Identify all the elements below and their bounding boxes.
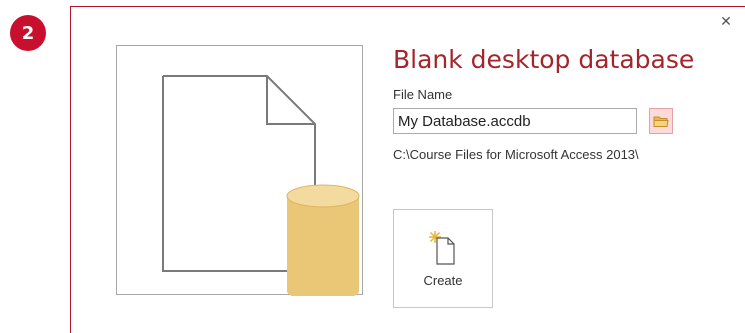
database-preview [116, 45, 363, 296]
create-button-label: Create [423, 273, 463, 288]
new-document-icon [429, 231, 455, 265]
blank-database-dialog: ✕ Blank desktop database File Name C:\Co… [70, 6, 745, 333]
save-location-path: C:\Course Files for Microsoft Access 201… [393, 147, 639, 162]
file-name-input[interactable] [393, 108, 637, 134]
file-name-label: File Name [393, 87, 453, 102]
dialog-title: Blank desktop database [393, 45, 695, 74]
blank-document-with-database-icon [162, 75, 360, 296]
close-icon[interactable]: ✕ [719, 15, 733, 29]
folder-icon [653, 116, 669, 127]
browse-folder-button[interactable] [649, 108, 673, 134]
step-badge: 2 [10, 15, 46, 51]
create-button[interactable]: Create [393, 209, 493, 308]
